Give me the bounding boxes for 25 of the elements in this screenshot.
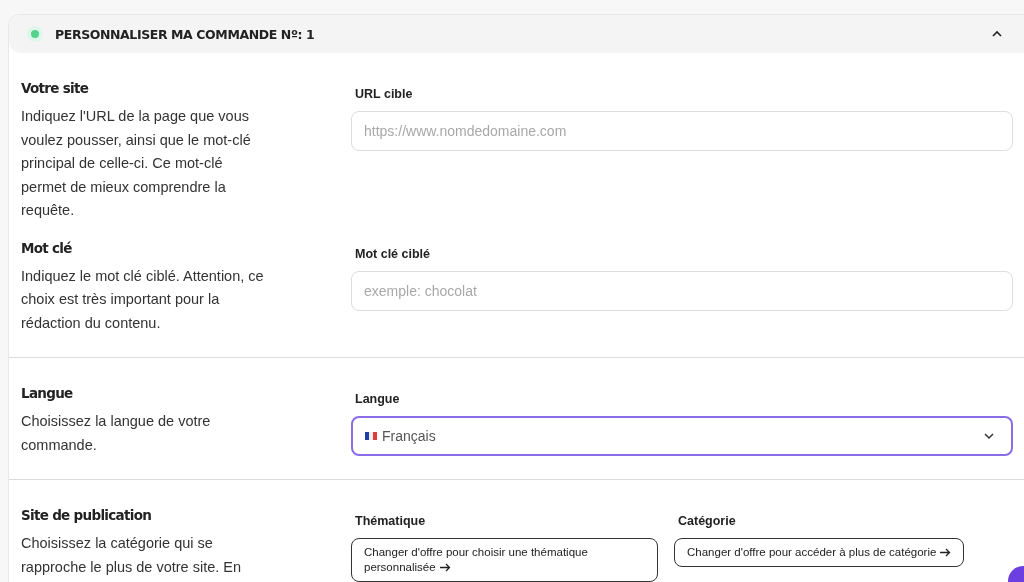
field-label: Catégorie xyxy=(678,514,737,528)
section-description: Indiquez l'URL de la page que vous voulez pousser, ainsi que le mot-clé principal de celle-ci. Ce mot-clé permet de mieux comprendre la requête. xyxy=(21,107,252,220)
change-offer-button[interactable]: Changer d'offre pour choisir une thématique personnalisée xyxy=(351,538,658,582)
section-title: Votre site xyxy=(21,80,90,96)
field-label: Thématique xyxy=(355,514,427,528)
section-description: Indiquez le mot clé ciblé. Attention, ce choix est très important pour la rédaction du contenu. xyxy=(21,266,265,333)
arrow-right-icon xyxy=(940,548,952,558)
change-offer-button[interactable]: Changer d'offre pour accéder à plus de catégorie xyxy=(674,538,965,567)
status-dot-icon xyxy=(27,26,43,42)
section-title: Site de publication xyxy=(21,507,153,523)
field-label: URL cible xyxy=(355,87,414,101)
text-field[interactable]: exemple: chocolat xyxy=(351,270,1013,311)
field-label: Langue xyxy=(355,392,401,406)
section-title: Mot clé xyxy=(21,239,73,256)
field-label: Mot clé ciblé xyxy=(355,246,432,261)
section-title: Langue xyxy=(21,385,74,401)
section-description: Choisissez la catégorie qui se rapproche le plus de votre site. En xyxy=(21,534,243,577)
text-field[interactable]: https://www.nomdedomaine.com xyxy=(351,111,1013,151)
chevron-down-icon xyxy=(983,430,995,442)
accordion-header[interactable]: PERSONNALISER MA COMMANDE Nº: 1 xyxy=(9,15,1024,53)
language-select[interactable]: Français xyxy=(351,416,1013,456)
arrow-right-icon xyxy=(439,563,451,573)
section-description: Choisissez la langue de votre commande. xyxy=(21,412,212,455)
flag-icon xyxy=(365,432,377,440)
accordion-title: PERSONNALISER MA COMMANDE Nº: 1 xyxy=(55,26,316,42)
